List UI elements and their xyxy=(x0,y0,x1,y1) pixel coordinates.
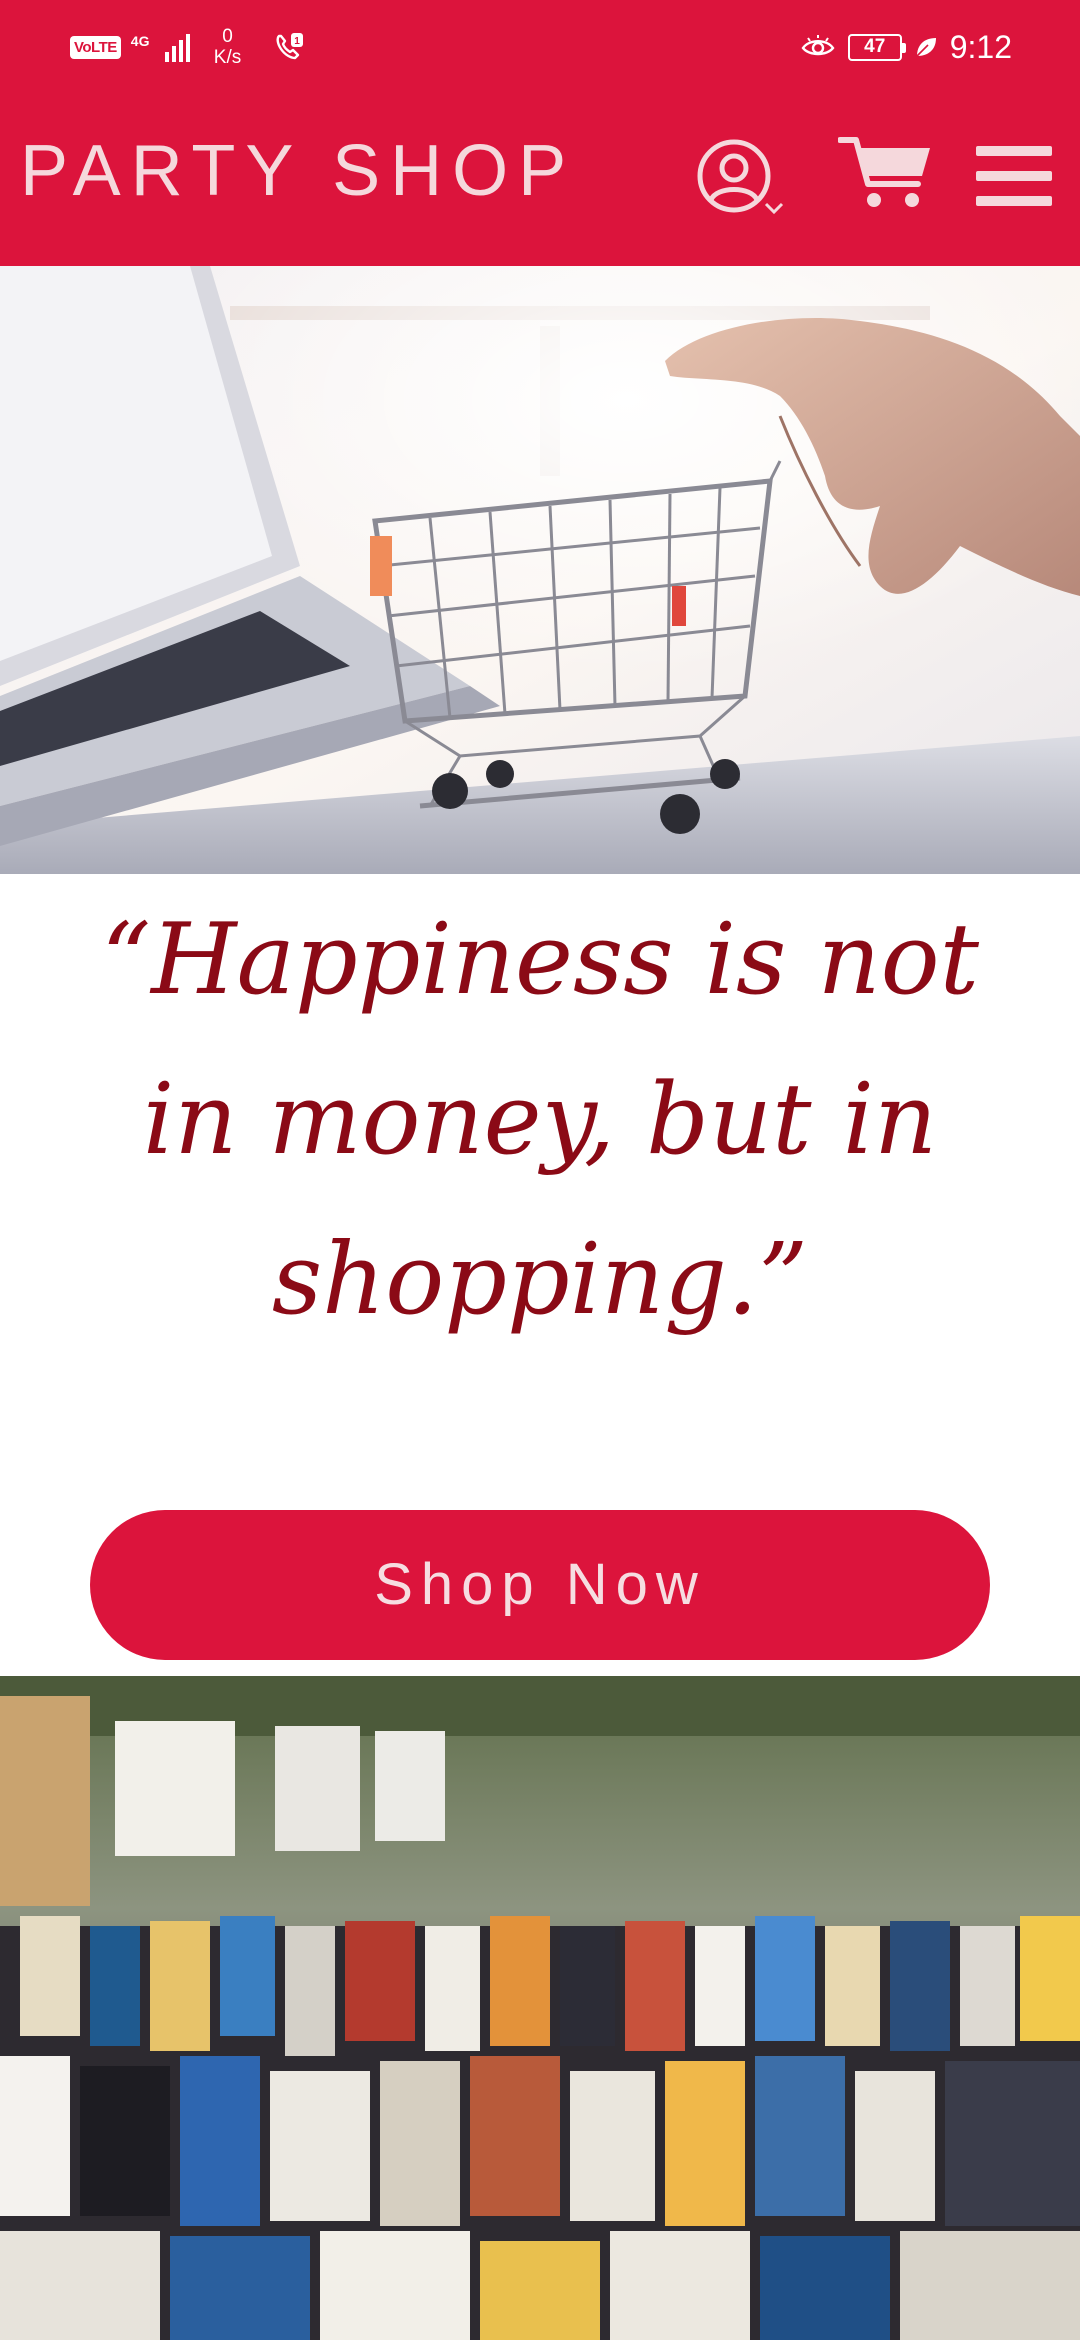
hero-quote: “Happiness is not in money, but in shopp… xyxy=(101,903,979,1337)
status-right: 47 9:12 xyxy=(800,22,1012,72)
call-icon: 1 xyxy=(276,33,304,60)
cart-icon[interactable] xyxy=(838,134,934,214)
battery-level: 47 xyxy=(864,36,886,57)
books-image xyxy=(0,1676,1080,2340)
site-header: PARTY SHOP xyxy=(0,92,1080,266)
network-speed: 0 K/s xyxy=(214,26,241,68)
leaf-icon xyxy=(916,38,936,57)
eye-comfort-icon xyxy=(801,35,835,56)
clock: 9:12 xyxy=(949,28,1012,65)
status-bar: VoLTE 4G 0 K/s 1 47 9:12 xyxy=(0,0,1080,92)
svg-text:1: 1 xyxy=(294,36,300,47)
signal-icon xyxy=(164,32,190,62)
status-left: VoLTE 4G 0 K/s 1 xyxy=(70,22,305,72)
top-bar: VoLTE 4G 0 K/s 1 47 9:12 PARTY SHOP xyxy=(0,0,1080,266)
speed-unit: K/s xyxy=(213,47,242,68)
hero-image xyxy=(0,266,1080,874)
account-icon[interactable] xyxy=(694,136,790,224)
speed-value: 0 xyxy=(222,26,233,47)
network-type: 4G xyxy=(130,33,150,49)
battery-icon: 47 xyxy=(847,33,906,61)
brand-logo[interactable]: PARTY SHOP xyxy=(20,130,576,212)
shop-now-button[interactable]: Shop Now xyxy=(90,1510,990,1660)
volte-badge: VoLTE xyxy=(70,35,121,59)
hamburger-menu-icon[interactable] xyxy=(976,140,1052,212)
